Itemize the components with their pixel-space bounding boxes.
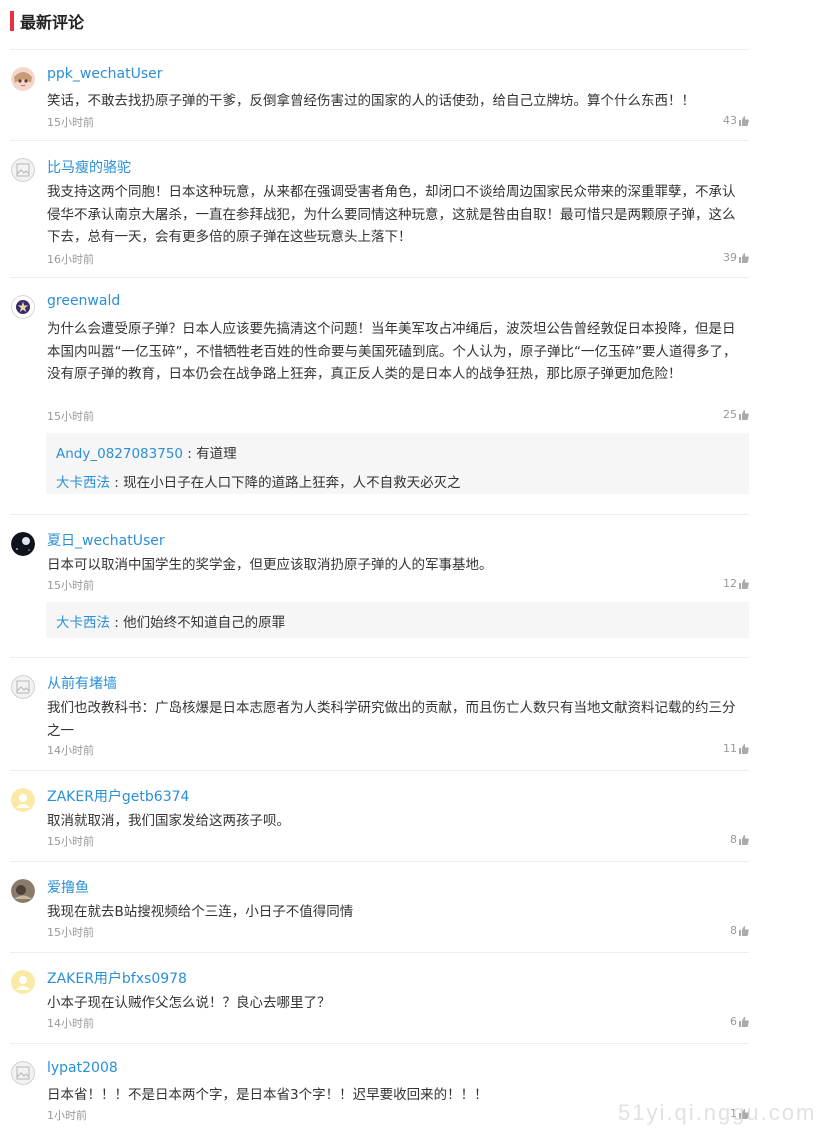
comment-text: 我们也改教科书：广岛核爆是日本志愿者为人类科学研究做出的贡献，而且伤亡人数只有当… — [47, 700, 736, 739]
reply-separator: : — [110, 475, 124, 491]
comment-time: 15小时前 — [47, 116, 94, 129]
like-count: 6 — [730, 1015, 737, 1028]
reply-text: 他们始终不知道自己的原罪 — [123, 615, 286, 631]
comment-username[interactable]: ppk_wechatUser — [47, 66, 163, 82]
thumbs-up-icon — [739, 252, 749, 263]
thumbs-up-icon — [739, 115, 749, 126]
like-count: 12 — [723, 577, 737, 590]
comment-time: 1小时前 — [47, 1109, 87, 1122]
comment-item: ZAKER用户getb6374 取消就取消，我们国家发给这两孩子呗。 15小时前… — [10, 770, 749, 861]
like-count: 43 — [723, 114, 737, 127]
comment-item: ppk_wechatUser 笑话，不敢去找扔原子弹的干爹，反倒拿曾经伤害过的国… — [10, 49, 749, 140]
user-avatar[interactable] — [11, 1061, 35, 1085]
comment-text: 我支持这两个同胞！日本这种玩意，从来都在强调受害者角色，却闭口不谈给周边国家民众… — [47, 184, 736, 245]
like-count: 8 — [730, 924, 737, 937]
comment-username[interactable]: ZAKER用户bfxs0978 — [47, 968, 187, 988]
user-avatar[interactable] — [11, 675, 35, 699]
comment-item: ZAKER用户bfxs0978 小本子现在认贼作父怎么说！？良心去哪里了？ 14… — [10, 952, 749, 1043]
section-accent-bar — [10, 11, 14, 31]
comment-username[interactable]: ZAKER用户getb6374 — [47, 786, 189, 806]
reply-item: 大卡西法 : 他们始终不知道自己的原罪 — [56, 611, 285, 631]
thumbs-up-icon — [739, 1016, 749, 1027]
reply-box: 大卡西法 : 他们始终不知道自己的原罪 — [46, 602, 749, 638]
comment-time: 16小时前 — [47, 253, 94, 266]
comment-item: 夏日_wechatUser 日本可以取消中国学生的奖学金，但更应该取消扔原子弹的… — [10, 514, 749, 657]
reply-text: 有道理 — [196, 446, 237, 462]
like-button[interactable]: 8 — [730, 924, 749, 937]
like-button[interactable]: 11 — [723, 742, 749, 755]
comment-time: 15小时前 — [47, 835, 94, 848]
user-avatar[interactable] — [11, 67, 35, 91]
comment-item: 从前有堵墙 我们也改教科书：广岛核爆是日本志愿者为人类科学研究做出的贡献，而且伤… — [10, 657, 749, 770]
like-button[interactable]: 8 — [730, 833, 749, 846]
comment-text: 小本子现在认贼作父怎么说！？良心去哪里了？ — [47, 995, 331, 1011]
comment-time: 15小时前 — [47, 926, 94, 939]
like-button[interactable]: 25 — [723, 408, 749, 421]
like-button[interactable]: 6 — [730, 1015, 749, 1028]
reply-text: 现在小日子在人口下降的道路上狂奔，人不自救天必灭之 — [123, 475, 461, 491]
comment-time: 14小时前 — [47, 1017, 94, 1030]
watermark: 51yi.qi.nggu.com — [618, 1100, 817, 1125]
reply-username[interactable]: 大卡西法 — [56, 475, 110, 491]
user-avatar[interactable] — [11, 295, 35, 319]
comment-username[interactable]: 爱撸鱼 — [47, 877, 89, 897]
thumbs-up-icon — [739, 743, 749, 754]
like-count: 8 — [730, 833, 737, 846]
user-avatar[interactable] — [11, 532, 35, 556]
thumbs-up-icon — [739, 578, 749, 589]
thumbs-up-icon — [739, 834, 749, 845]
like-count: 25 — [723, 408, 737, 421]
reply-separator: : — [110, 615, 124, 631]
like-count: 11 — [723, 742, 737, 755]
reply-item: 大卡西法 : 现在小日子在人口下降的道路上狂奔，人不自救天必灭之 — [56, 471, 461, 491]
comment-text: 日本可以取消中国学生的奖学金，但更应该取消扔原子弹的人的军事基地。 — [47, 557, 493, 573]
like-button[interactable]: 43 — [723, 114, 749, 127]
like-button[interactable]: 39 — [723, 251, 749, 264]
reply-item: Andy_0827083750 : 有道理 — [56, 442, 237, 462]
comment-text: 我现在就去B站搜视频给个三连，小日子不值得同情 — [47, 904, 354, 920]
user-avatar[interactable] — [11, 788, 35, 812]
user-avatar[interactable] — [11, 879, 35, 903]
reply-separator: : — [183, 446, 197, 462]
user-avatar[interactable] — [11, 970, 35, 994]
section-header: 最新评论 — [10, 10, 84, 32]
thumbs-up-icon — [739, 409, 749, 420]
comment-item: greenwald 为什么会遭受原子弹？日本人应该要先搞清这个问题！当年美军攻占… — [10, 277, 749, 514]
like-count: 39 — [723, 251, 737, 264]
comment-item: 比马瘦的骆驼 我支持这两个同胞！日本这种玩意，从来都在强调受害者角色，却闭口不谈… — [10, 140, 749, 277]
comment-time: 15小时前 — [47, 579, 94, 592]
comment-username[interactable]: 夏日_wechatUser — [47, 530, 165, 550]
user-avatar[interactable] — [11, 158, 35, 182]
comment-time: 15小时前 — [47, 410, 94, 423]
reply-box: Andy_0827083750 : 有道理 大卡西法 : 现在小日子在人口下降的… — [46, 433, 749, 494]
section-title: 最新评论 — [20, 13, 85, 32]
comment-username[interactable]: greenwald — [47, 293, 120, 309]
reply-username[interactable]: Andy_0827083750 — [56, 446, 183, 462]
comment-text: 笑话，不敢去找扔原子弹的干爹，反倒拿曾经伤害过的国家的人的话使劲，给自己立牌坊。… — [47, 93, 695, 109]
reply-username[interactable]: 大卡西法 — [56, 615, 110, 631]
comment-text: 为什么会遭受原子弹？日本人应该要先搞清这个问题！当年美军攻占冲绳后，波茨坦公告曾… — [47, 321, 737, 382]
comment-time: 14小时前 — [47, 744, 94, 757]
comment-username[interactable]: lypat2008 — [47, 1060, 118, 1076]
comment-text: 取消就取消，我们国家发给这两孩子呗。 — [47, 813, 290, 829]
like-button[interactable]: 12 — [723, 577, 749, 590]
comment-username[interactable]: 比马瘦的骆驼 — [47, 157, 131, 177]
comment-item: 爱撸鱼 我现在就去B站搜视频给个三连，小日子不值得同情 15小时前 8 — [10, 861, 749, 952]
thumbs-up-icon — [739, 925, 749, 936]
comment-username[interactable]: 从前有堵墙 — [47, 673, 117, 693]
